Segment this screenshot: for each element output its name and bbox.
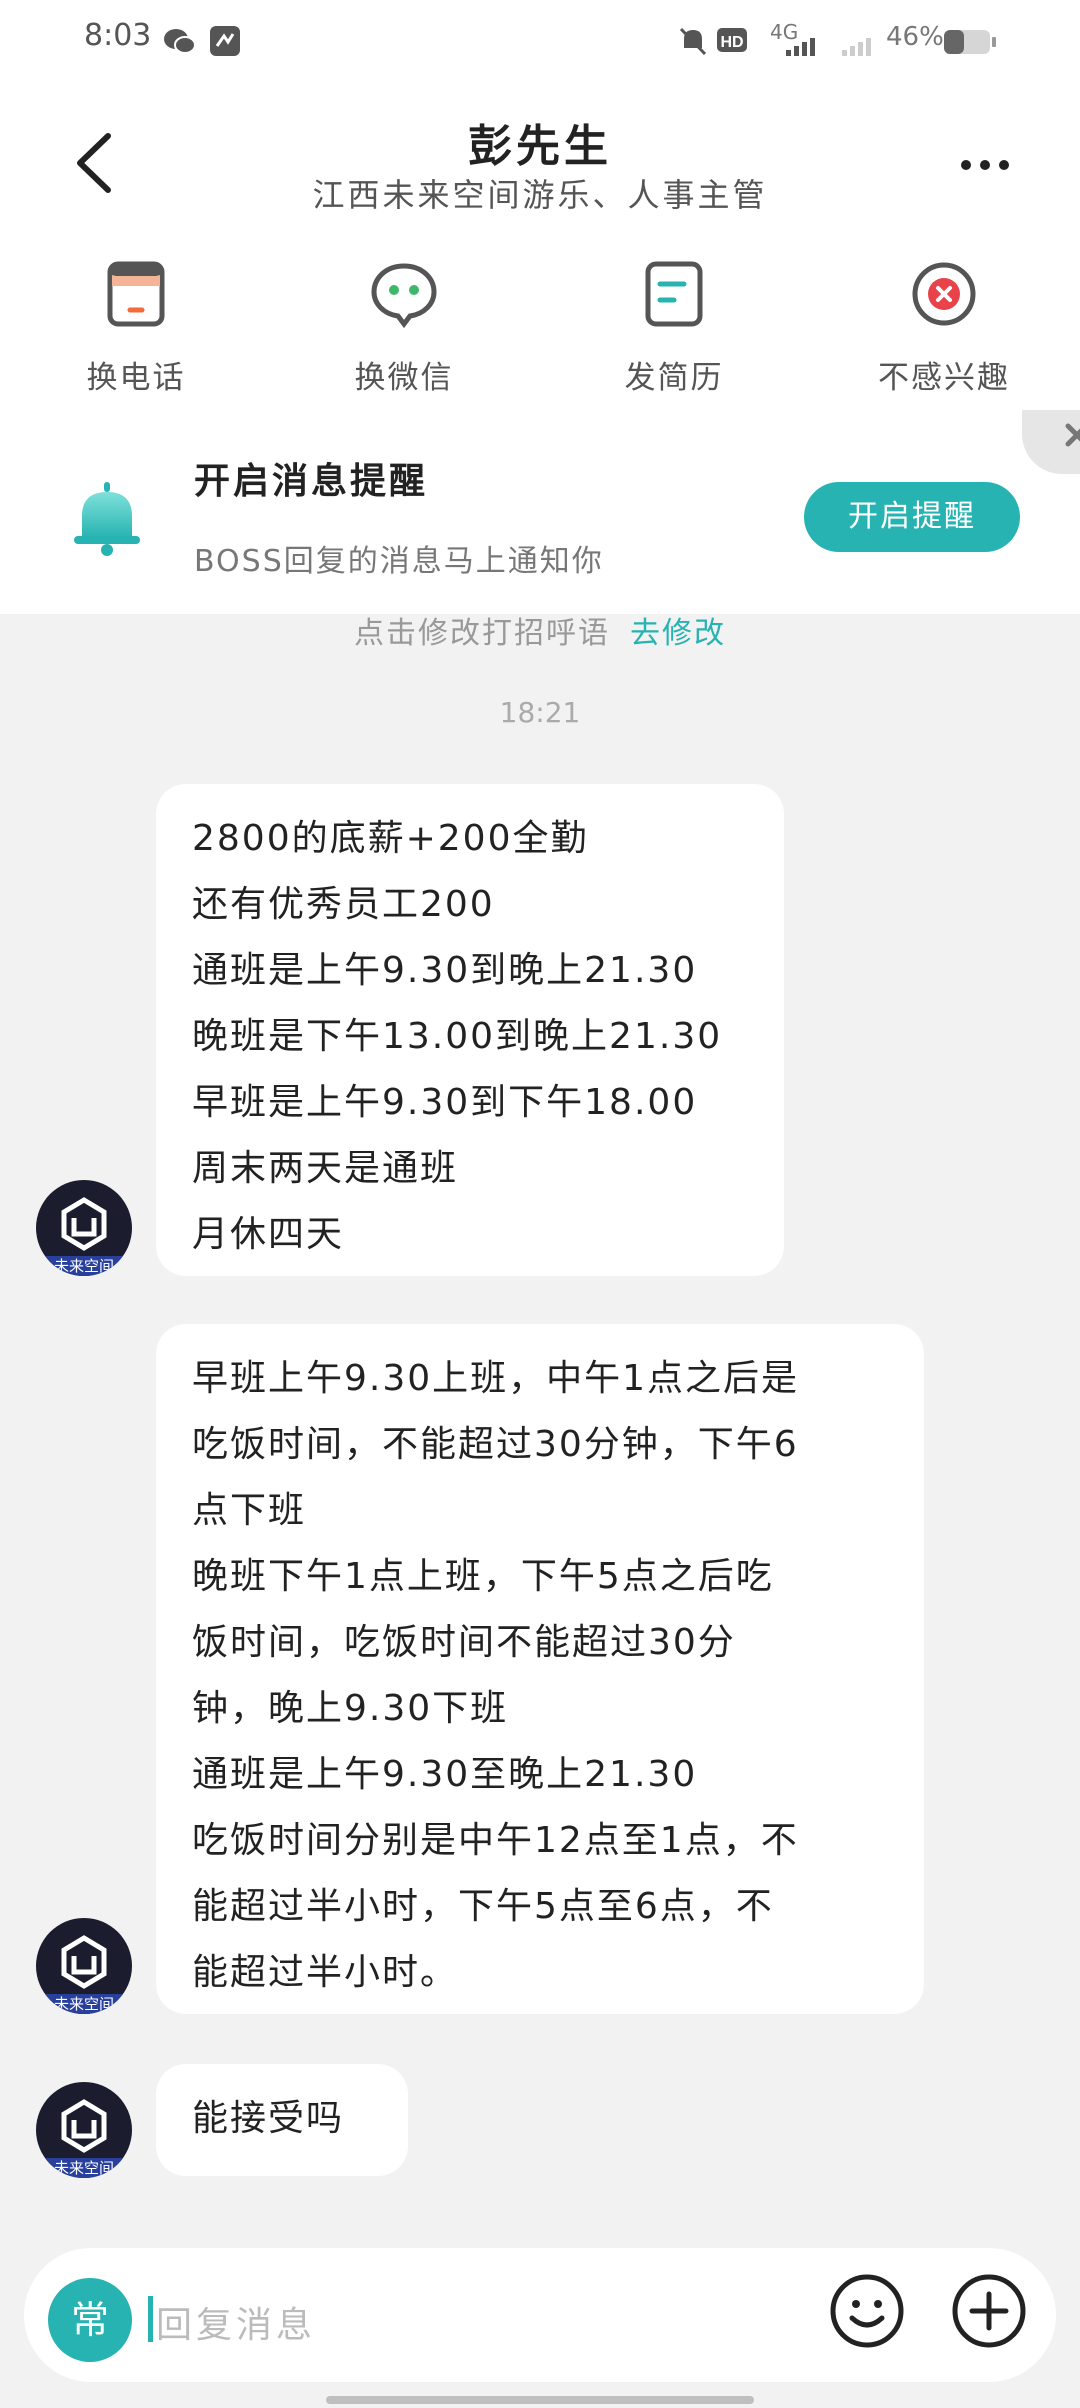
send-resume-button[interactable]: 发简历 [584,260,764,400]
message-bubble[interactable]: 2800的底薪+200全勤 还有优秀员工200 通班是上午9.30到晚上21.3… [156,784,784,1276]
message-line: 通班是上午9.30至晚上21.30 [192,1754,698,1795]
avatar[interactable]: 未来空间 [36,1918,132,2014]
banner-title: 开启消息提醒 [194,461,429,502]
avatar-caption: 未来空间 [36,1994,132,2014]
status-time: 8:03 [84,18,152,53]
more-options-icon[interactable] [958,150,1012,180]
quick-actions: 换电话 换微信 发简历 不感兴趣 [0,250,1080,410]
message-line: 能接受吗 [192,2098,345,2139]
message-line: 早班是上午9.30到下午18.00 [192,1082,698,1123]
bell-icon [74,482,140,556]
not-interested-button[interactable]: 不感兴趣 [854,260,1034,400]
not-interested-icon [912,262,976,326]
message-timestamp: 18:21 [499,696,581,729]
mute-bell-icon [679,27,707,56]
resume-icon [645,261,703,327]
swap-wechat-button[interactable]: 换微信 [314,260,494,400]
message-line: 吃饭时间分别是中午12点至1点，不 [192,1820,799,1861]
message-line: 饭时间，吃饭时间不能超过30分 [192,1622,736,1663]
hd-icon: HD [717,28,747,52]
swap-phone-label: 换电话 [86,360,186,396]
emoji-icon[interactable] [828,2272,906,2350]
not-interested-label: 不感兴趣 [878,360,1010,396]
avatar-caption: 未来空间 [36,1256,132,1276]
edit-greeting-link[interactable]: 去修改 [630,616,726,651]
avatar-caption: 未来空间 [36,2158,132,2178]
message-line: 还有优秀员工200 [192,884,495,925]
message-line: 通班是上午9.30到晚上21.30 [192,950,698,991]
swap-wechat-label: 换微信 [354,360,454,396]
greeting-hint: 点击修改打招呼语 去修改 [0,608,1080,652]
message-line: 钟，晚上9.30下班 [192,1688,509,1729]
battery-icon [944,30,996,54]
message-line: 吃饭时间，不能超过30分钟，下午6 [192,1424,799,1465]
home-indicator[interactable] [326,2396,754,2404]
svg-text:HD: HD [720,34,743,51]
app-notification-icon [210,26,240,56]
message-line: 晚班是下午13.00到晚上21.30 [192,1016,723,1057]
signal-icon [786,38,815,56]
reply-placeholder[interactable]: 回复消息 [156,2296,316,2348]
message-line: 月休四天 [192,1214,345,1255]
battery-percent: 46% [886,22,944,52]
avatar[interactable]: 未来空间 [36,2082,132,2178]
enable-notification-button[interactable]: 开启提醒 [804,482,1020,552]
message-line: 早班上午9.30上班，中午1点之后是 [192,1358,800,1399]
text-cursor [148,2296,153,2342]
common-phrases-button[interactable]: 常 [48,2278,132,2362]
contact-company-title: 江西未来空间游乐、人事主管 [312,176,768,214]
status-bar: 8:03 HD 4G 46% [0,0,1080,80]
message-line: 能超过半小时。 [192,1952,459,1993]
message-line: 点下班 [192,1490,307,1531]
wechat-icon [371,263,437,328]
signal-icon-secondary [842,38,871,56]
message-line: 2800的底薪+200全勤 [192,818,589,859]
message-line: 晚班下午1点上班，下午5点之后吃 [192,1556,774,1597]
wechat-notification-icon [164,29,196,54]
add-icon[interactable] [950,2272,1028,2350]
swap-phone-button[interactable]: 换电话 [46,260,226,400]
message-bubble[interactable]: 能接受吗 [156,2064,408,2176]
send-resume-label: 发简历 [624,360,724,396]
avatar[interactable]: 未来空间 [36,1180,132,1276]
close-icon[interactable] [1022,410,1080,474]
banner-subtitle: BOSS回复的消息马上通知你 [194,544,604,579]
input-bar: 常 回复消息 [0,2228,1080,2408]
chat-header: 彭先生 江西未来空间游乐、人事主管 [0,80,1080,250]
notification-banner: 开启消息提醒 BOSS回复的消息马上通知你 开启提醒 [0,410,1080,614]
contact-name: 彭先生 [468,121,612,172]
message-line: 周末两天是通班 [192,1148,459,1189]
message-bubble[interactable]: 早班上午9.30上班，中午1点之后是 吃饭时间，不能超过30分钟，下午6 点下班… [156,1324,924,2014]
message-line: 能超过半小时，下午5点至6点，不 [192,1886,774,1927]
phone-swap-icon [107,261,165,327]
greeting-hint-text: 点击修改打招呼语 [354,616,610,651]
